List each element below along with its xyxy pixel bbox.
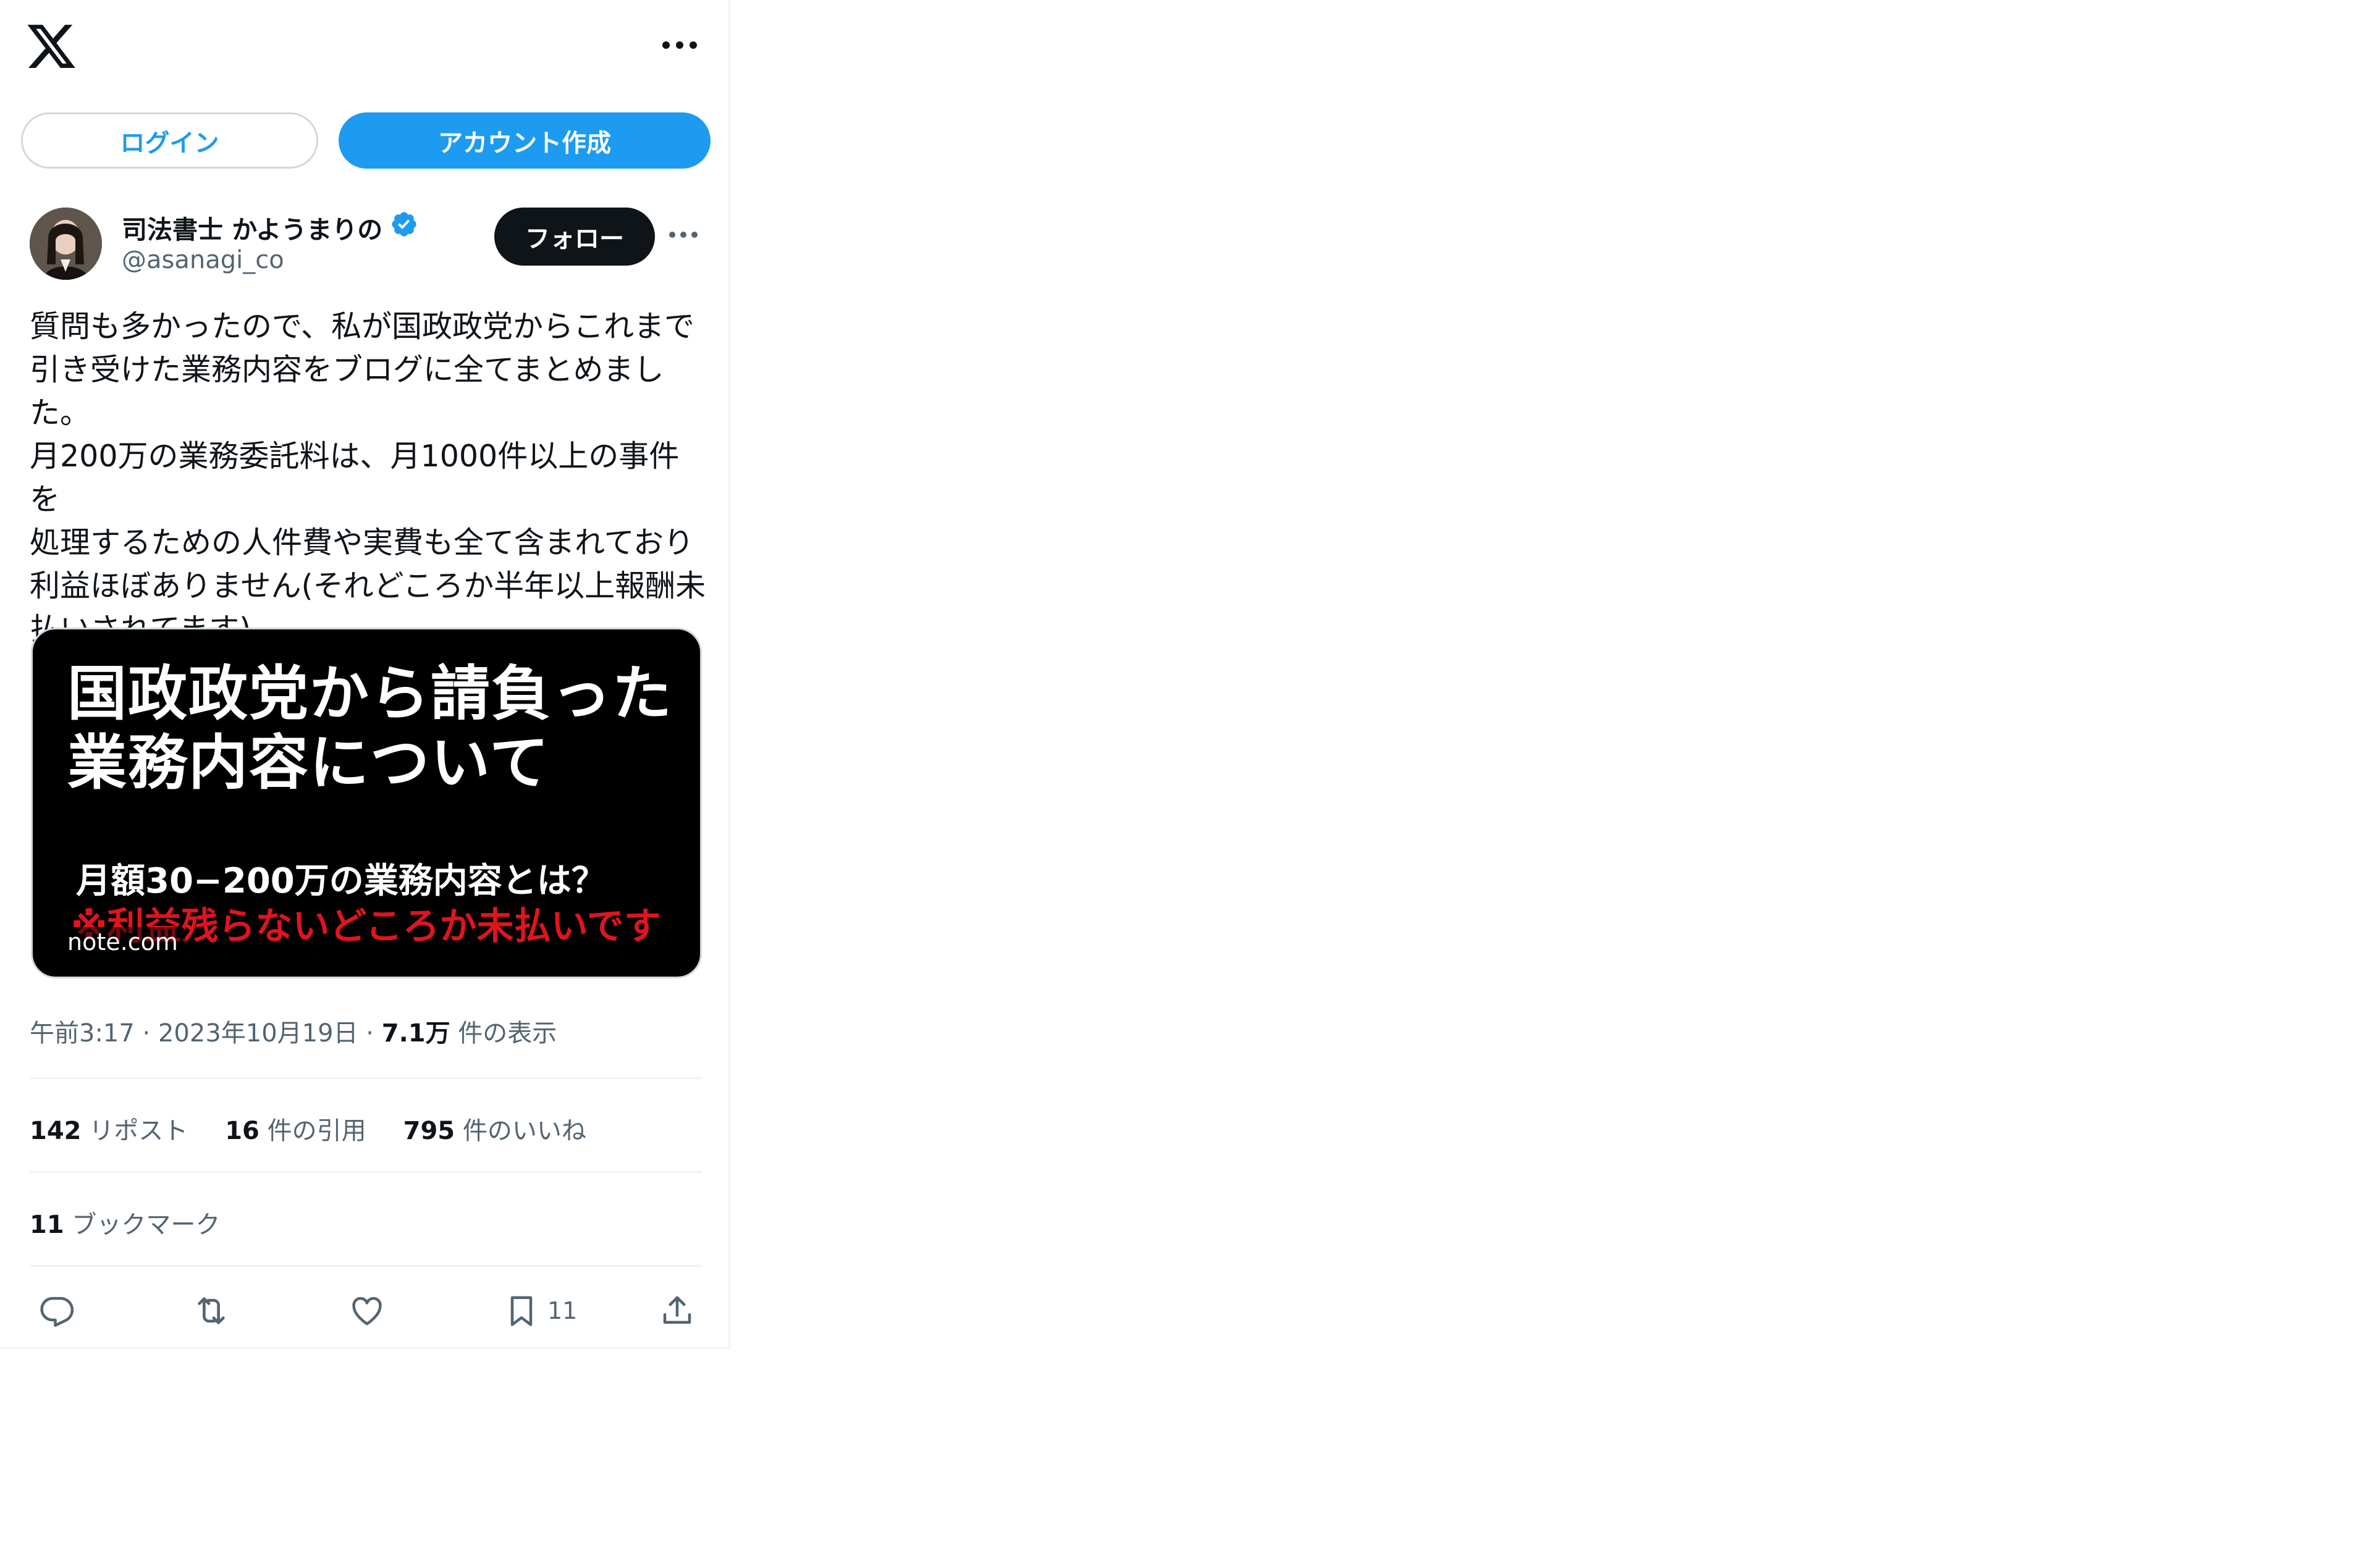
bookmark-action-count: 11 — [547, 1297, 578, 1324]
post-meta: 午前3:17 · 2023年10月19日 · 7.1万 件の表示 — [30, 1013, 557, 1049]
views-label: 件の表示 — [458, 1019, 557, 1048]
author-name-text[interactable]: 司法書士 かようまりの — [122, 209, 382, 246]
quotes-label: 件の引用 — [267, 1117, 366, 1145]
meta-separator: · — [366, 1019, 374, 1048]
quotes-count: 16 — [225, 1117, 260, 1145]
create-account-button[interactable]: アカウント作成 — [339, 112, 711, 169]
author-handle[interactable]: @asanagi_co — [122, 246, 284, 274]
verified-badge-icon — [390, 210, 418, 245]
post-stats: 142 リポスト 16 件の引用 795 件のいいね — [30, 1111, 586, 1146]
reposts-count: 142 — [30, 1117, 82, 1145]
post-date[interactable]: 2023年10月19日 — [158, 1019, 358, 1048]
post-more-icon[interactable] — [667, 227, 699, 242]
bookmarks-label: ブックマーク — [72, 1211, 221, 1239]
meta-separator: · — [142, 1019, 151, 1048]
divider — [30, 1077, 702, 1079]
follow-button[interactable]: フォロー — [494, 208, 655, 266]
x-logo-icon[interactable] — [25, 20, 78, 73]
like-icon[interactable] — [344, 1287, 390, 1334]
card-domain: note.com — [60, 927, 185, 957]
more-horizontal-icon[interactable] — [660, 36, 699, 54]
post-page: ログイン アカウント作成 司法書士 かようまりの @asanagi_co フォロ… — [0, 0, 730, 1349]
likes-label: 件のいいね — [462, 1117, 586, 1145]
link-card[interactable]: 国政政党から請負った 業務内容について 月額30−200万の業務内容とは？ ※利… — [31, 628, 702, 978]
login-button[interactable]: ログイン — [21, 112, 318, 169]
bookmarks-stat: 11 ブックマーク — [30, 1205, 220, 1240]
views-count: 7.1万 — [381, 1019, 450, 1048]
bookmarks-count: 11 — [30, 1211, 64, 1239]
divider — [30, 1265, 702, 1267]
likes-stat[interactable]: 795 件のいいね — [403, 1111, 586, 1146]
reposts-stat[interactable]: 142 リポスト — [30, 1111, 188, 1146]
divider — [30, 1171, 702, 1173]
author-name[interactable]: 司法書士 かようまりの — [122, 209, 418, 246]
reply-icon[interactable] — [33, 1287, 80, 1334]
share-icon[interactable] — [654, 1287, 701, 1334]
card-subtitle: 月額30−200万の業務内容とは？ — [76, 861, 606, 901]
repost-icon[interactable] — [188, 1287, 235, 1334]
post-time[interactable]: 午前3:17 — [30, 1019, 135, 1048]
quotes-stat[interactable]: 16 件の引用 — [225, 1111, 366, 1146]
card-title: 国政政党から請負った 業務内容について — [67, 659, 673, 797]
post-text: 質問も多かったので、私が国政政党からこれまで 引き受けた業務内容をブログに全てま… — [30, 309, 706, 647]
avatar[interactable] — [30, 208, 102, 280]
likes-count: 795 — [403, 1117, 455, 1145]
reposts-label: リポスト — [89, 1117, 188, 1145]
bookmark-icon[interactable] — [498, 1287, 545, 1334]
